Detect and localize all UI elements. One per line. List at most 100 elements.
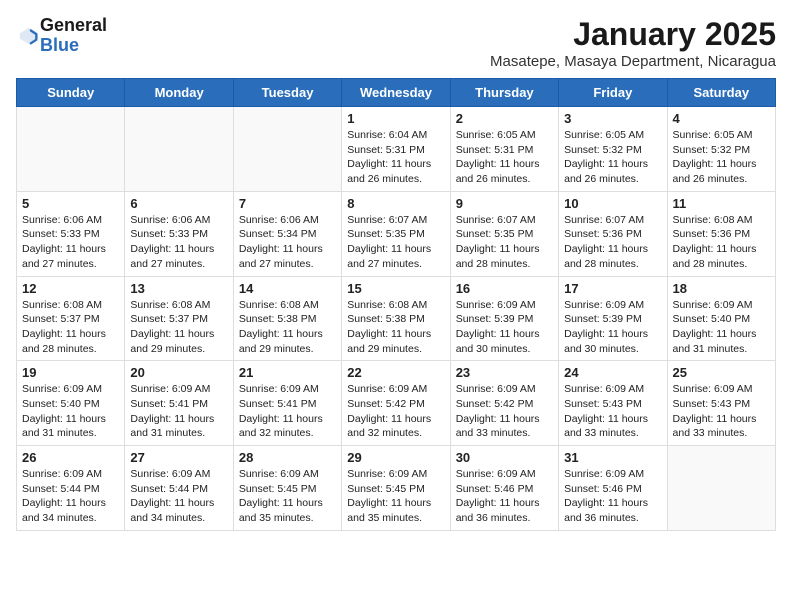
calendar-cell <box>125 107 233 192</box>
cell-info: Sunrise: 6:09 AM Sunset: 5:45 PM Dayligh… <box>239 467 336 526</box>
day-number: 23 <box>456 365 553 380</box>
cell-info: Sunrise: 6:08 AM Sunset: 5:38 PM Dayligh… <box>347 298 444 357</box>
day-header-thursday: Thursday <box>450 79 558 107</box>
cell-info: Sunrise: 6:09 AM Sunset: 5:43 PM Dayligh… <box>673 382 770 441</box>
day-number: 3 <box>564 111 661 126</box>
day-number: 21 <box>239 365 336 380</box>
calendar-cell: 11 Sunrise: 6:08 AM Sunset: 5:36 PM Dayli… <box>667 191 775 276</box>
calendar-cell: 17Sunrise: 6:09 AM Sunset: 5:39 PM Dayli… <box>559 276 667 361</box>
cell-info: Sunrise: 6:09 AM Sunset: 5:42 PM Dayligh… <box>347 382 444 441</box>
calendar-cell <box>667 446 775 531</box>
calendar-cell: 29Sunrise: 6:09 AM Sunset: 5:45 PM Dayli… <box>342 446 450 531</box>
day-number: 15 <box>347 281 444 296</box>
calendar-cell: 8 Sunrise: 6:07 AM Sunset: 5:35 PM Daylig… <box>342 191 450 276</box>
day-header-monday: Monday <box>125 79 233 107</box>
day-header-saturday: Saturday <box>667 79 775 107</box>
logo: General Blue <box>16 16 107 56</box>
week-row-5: 26 Sunrise: 6:09 AM Sunset: 5:44 PM Dayli… <box>17 446 776 531</box>
day-number: 26 <box>22 450 119 465</box>
cell-info: Sunrise: 6:09 AM Sunset: 5:45 PM Dayligh… <box>347 467 444 526</box>
day-number: 6 <box>130 196 227 211</box>
logo-icon <box>18 25 40 47</box>
calendar-cell: 2Sunrise: 6:05 AM Sunset: 5:31 PM Daylig… <box>450 107 558 192</box>
cell-info: Sunrise: 6:09 AM Sunset: 5:41 PM Dayligh… <box>239 382 336 441</box>
day-header-friday: Friday <box>559 79 667 107</box>
calendar-cell: 23Sunrise: 6:09 AM Sunset: 5:42 PM Dayli… <box>450 361 558 446</box>
day-number: 31 <box>564 450 661 465</box>
day-number: 1 <box>347 111 444 126</box>
cell-info: Sunrise: 6:09 AM Sunset: 5:41 PM Dayligh… <box>130 382 227 441</box>
calendar-cell: 27 Sunrise: 6:09 AM Sunset: 5:44 PM Dayli… <box>125 446 233 531</box>
cell-info: Sunrise: 6:06 AM Sunset: 5:33 PM Dayligh… <box>22 213 119 272</box>
days-of-week-row: SundayMondayTuesdayWednesdayThursdayFrid… <box>17 79 776 107</box>
cell-info: Sunrise: 6:08 AM Sunset: 5:36 PM Dayligh… <box>673 213 770 272</box>
day-header-tuesday: Tuesday <box>233 79 341 107</box>
cell-info: Sunrise: 6:09 AM Sunset: 5:40 PM Dayligh… <box>673 298 770 357</box>
day-number: 8 <box>347 196 444 211</box>
logo-text: General Blue <box>40 16 107 56</box>
logo-general: General <box>40 16 107 36</box>
cell-info: Sunrise: 6:06 AM Sunset: 5:34 PM Dayligh… <box>239 213 336 272</box>
day-number: 5 <box>22 196 119 211</box>
cell-info: Sunrise: 6:06 AM Sunset: 5:33 PM Dayligh… <box>130 213 227 272</box>
cell-info: Sunrise: 6:05 AM Sunset: 5:31 PM Dayligh… <box>456 128 553 187</box>
cell-info: Sunrise: 6:09 AM Sunset: 5:46 PM Dayligh… <box>564 467 661 526</box>
cell-info: Sunrise: 6:08 AM Sunset: 5:37 PM Dayligh… <box>130 298 227 357</box>
calendar-cell: 22 Sunrise: 6:09 AM Sunset: 5:42 PM Dayli… <box>342 361 450 446</box>
day-number: 18 <box>673 281 770 296</box>
day-number: 24 <box>564 365 661 380</box>
cell-info: Sunrise: 6:07 AM Sunset: 5:36 PM Dayligh… <box>564 213 661 272</box>
calendar-cell: 7 Sunrise: 6:06 AM Sunset: 5:34 PM Daylig… <box>233 191 341 276</box>
cell-info: Sunrise: 6:09 AM Sunset: 5:46 PM Dayligh… <box>456 467 553 526</box>
week-row-2: 5 Sunrise: 6:06 AM Sunset: 5:33 PM Daylig… <box>17 191 776 276</box>
page-header: General Blue January 2025 Masatepe, Masa… <box>16 16 776 70</box>
calendar-cell: 21 Sunrise: 6:09 AM Sunset: 5:41 PM Dayli… <box>233 361 341 446</box>
calendar-cell: 13 Sunrise: 6:08 AM Sunset: 5:37 PM Dayli… <box>125 276 233 361</box>
calendar-cell: 10Sunrise: 6:07 AM Sunset: 5:36 PM Dayli… <box>559 191 667 276</box>
day-number: 22 <box>347 365 444 380</box>
calendar-cell: 24Sunrise: 6:09 AM Sunset: 5:43 PM Dayli… <box>559 361 667 446</box>
calendar-cell: 31 Sunrise: 6:09 AM Sunset: 5:46 PM Dayli… <box>559 446 667 531</box>
cell-info: Sunrise: 6:07 AM Sunset: 5:35 PM Dayligh… <box>347 213 444 272</box>
title-block: January 2025 Masatepe, Masaya Department… <box>490 16 776 70</box>
calendar-cell: 26 Sunrise: 6:09 AM Sunset: 5:44 PM Dayli… <box>17 446 125 531</box>
cell-info: Sunrise: 6:09 AM Sunset: 5:44 PM Dayligh… <box>22 467 119 526</box>
cell-info: Sunrise: 6:04 AM Sunset: 5:31 PM Dayligh… <box>347 128 444 187</box>
cell-info: Sunrise: 6:08 AM Sunset: 5:37 PM Dayligh… <box>22 298 119 357</box>
cell-info: Sunrise: 6:08 AM Sunset: 5:38 PM Dayligh… <box>239 298 336 357</box>
calendar-cell: 14 Sunrise: 6:08 AM Sunset: 5:38 PM Dayli… <box>233 276 341 361</box>
day-number: 4 <box>673 111 770 126</box>
cell-info: Sunrise: 6:09 AM Sunset: 5:40 PM Dayligh… <box>22 382 119 441</box>
calendar-cell: 9Sunrise: 6:07 AM Sunset: 5:35 PM Daylig… <box>450 191 558 276</box>
calendar-cell: 30Sunrise: 6:09 AM Sunset: 5:46 PM Dayli… <box>450 446 558 531</box>
day-number: 28 <box>239 450 336 465</box>
location: Masatepe, Masaya Department, Nicaragua <box>490 53 776 70</box>
day-number: 27 <box>130 450 227 465</box>
calendar-cell: 20 Sunrise: 6:09 AM Sunset: 5:41 PM Dayli… <box>125 361 233 446</box>
day-header-wednesday: Wednesday <box>342 79 450 107</box>
week-row-1: 1 Sunrise: 6:04 AM Sunset: 5:31 PM Daylig… <box>17 107 776 192</box>
calendar-cell: 25 Sunrise: 6:09 AM Sunset: 5:43 PM Dayli… <box>667 361 775 446</box>
day-number: 9 <box>456 196 553 211</box>
day-number: 13 <box>130 281 227 296</box>
calendar-cell: 18 Sunrise: 6:09 AM Sunset: 5:40 PM Dayli… <box>667 276 775 361</box>
day-number: 16 <box>456 281 553 296</box>
calendar-table: SundayMondayTuesdayWednesdayThursdayFrid… <box>16 78 776 531</box>
calendar-cell: 1 Sunrise: 6:04 AM Sunset: 5:31 PM Daylig… <box>342 107 450 192</box>
cell-info: Sunrise: 6:09 AM Sunset: 5:44 PM Dayligh… <box>130 467 227 526</box>
day-number: 11 <box>673 196 770 211</box>
day-number: 14 <box>239 281 336 296</box>
calendar-cell: 4Sunrise: 6:05 AM Sunset: 5:32 PM Daylig… <box>667 107 775 192</box>
day-number: 17 <box>564 281 661 296</box>
day-number: 12 <box>22 281 119 296</box>
cell-info: Sunrise: 6:05 AM Sunset: 5:32 PM Dayligh… <box>564 128 661 187</box>
day-header-sunday: Sunday <box>17 79 125 107</box>
day-number: 25 <box>673 365 770 380</box>
calendar-body: 1 Sunrise: 6:04 AM Sunset: 5:31 PM Daylig… <box>17 107 776 531</box>
calendar-cell: 3 Sunrise: 6:05 AM Sunset: 5:32 PM Daylig… <box>559 107 667 192</box>
day-number: 20 <box>130 365 227 380</box>
day-number: 7 <box>239 196 336 211</box>
calendar-cell: 19Sunrise: 6:09 AM Sunset: 5:40 PM Dayli… <box>17 361 125 446</box>
cell-info: Sunrise: 6:09 AM Sunset: 5:39 PM Dayligh… <box>456 298 553 357</box>
calendar-cell <box>17 107 125 192</box>
